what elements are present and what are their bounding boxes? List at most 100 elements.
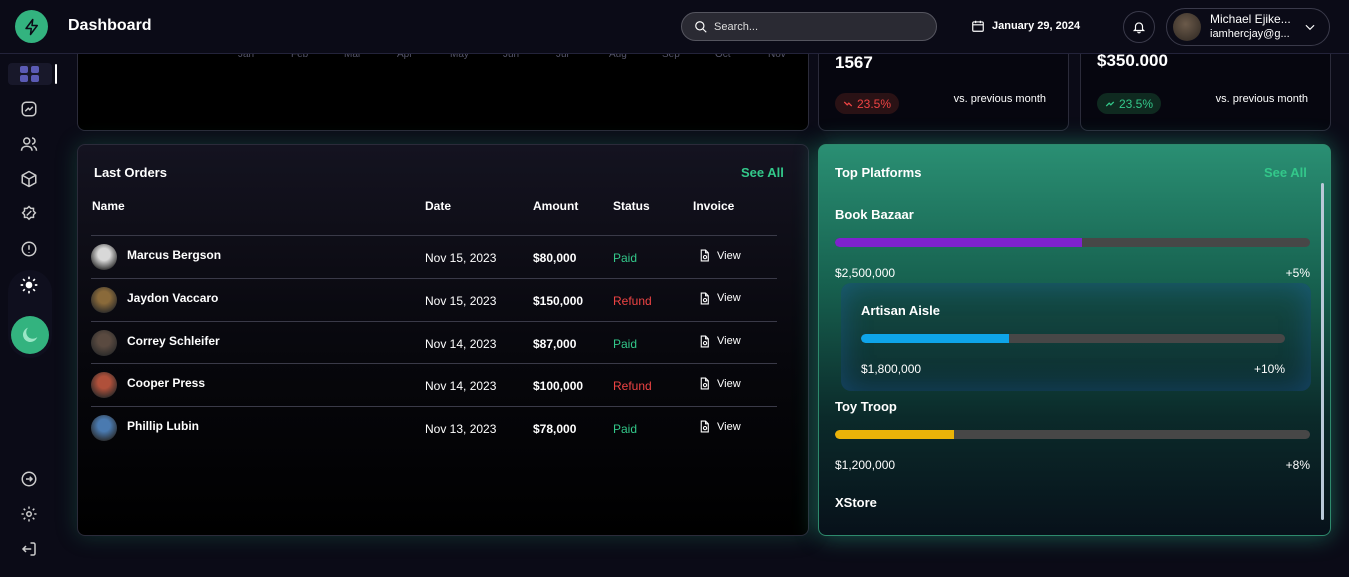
document-icon <box>700 292 709 305</box>
order-status: Paid <box>613 336 638 351</box>
order-status: Refund <box>613 293 652 308</box>
view-invoice-button[interactable]: View <box>698 292 741 305</box>
discount-icon <box>21 205 37 221</box>
avatar <box>91 329 117 356</box>
invoice-label: View <box>717 335 741 348</box>
avatar <box>91 244 117 270</box>
calendar-icon <box>972 20 984 32</box>
last-orders-card: Last Orders See All Name Date Amount Sta… <box>77 144 809 536</box>
stat-change-badge: 23.5% <box>835 93 900 114</box>
sidebar-item-dashboard[interactable] <box>8 63 52 85</box>
alert-circle-icon <box>21 241 37 257</box>
logo-bolt-icon[interactable] <box>15 10 48 43</box>
bell-icon <box>1132 22 1146 34</box>
platform-amount: $1,200,000 <box>835 458 896 472</box>
platform-change: +10% <box>1253 362 1285 376</box>
order-amount: $78,000 <box>533 422 577 437</box>
trend-icon <box>21 101 37 117</box>
document-icon <box>700 335 709 348</box>
page-title: Dashboard <box>68 17 152 34</box>
sidebar-item-info[interactable] <box>17 237 41 261</box>
table-row[interactable]: Cooper Press Nov 14, 2023 $100,000 Refund Vi… <box>91 363 777 406</box>
view-invoice-button[interactable]: View <box>698 377 741 390</box>
see-all-platforms-link[interactable]: See All <box>1264 165 1307 180</box>
order-amount: $150,000 <box>533 293 584 308</box>
table-row[interactable]: Phillip Lubin Nov 13, 2023 $78,000 Paid View <box>91 406 777 449</box>
sidebar-item-logout[interactable] <box>17 537 41 561</box>
order-amount: $80,000 <box>533 251 577 265</box>
avatar <box>1173 13 1201 41</box>
table-row[interactable]: Jaydon Vaccaro Nov 15, 2023 $150,000 Refund… <box>91 277 777 321</box>
stat-change: 23.5% <box>1119 96 1154 111</box>
card-title: Top Platforms <box>835 165 922 180</box>
order-status: Paid <box>613 422 638 437</box>
view-invoice-button[interactable]: View <box>698 249 741 262</box>
platform-name: Book Bazaar <box>835 207 914 222</box>
sun-icon <box>20 276 38 294</box>
sidebar-item-users[interactable] <box>17 132 41 156</box>
user-name: Michael Ejike... <box>1210 12 1291 26</box>
user-profile-menu[interactable]: Michael Ejike... iamhercjay@g... <box>1166 8 1330 46</box>
customer-name: Cooper Press <box>127 376 206 391</box>
avatar <box>91 415 117 442</box>
customer-name: Marcus Bergson <box>127 248 222 262</box>
stat-change: 23.5% <box>857 96 892 111</box>
stat-value: $350.000 <box>1097 51 1168 70</box>
table-row[interactable]: Marcus Bergson Nov 15, 2023 $80,000 Paid Vie… <box>91 235 777 278</box>
customer-name: Jaydon Vaccaro <box>127 290 219 305</box>
search-bar[interactable] <box>681 12 937 41</box>
document-icon <box>700 249 709 262</box>
search-input[interactable] <box>714 20 914 33</box>
see-all-orders-link[interactable]: See All <box>741 165 784 180</box>
view-invoice-button[interactable]: View <box>698 420 741 433</box>
sidebar-item-settings[interactable] <box>17 502 41 526</box>
sidebar-item-products[interactable] <box>17 167 41 191</box>
platform-progress-bar <box>835 430 1310 439</box>
order-date: Nov 14, 2023 <box>425 379 497 394</box>
order-status: Refund <box>613 379 652 394</box>
light-mode-button[interactable] <box>17 273 41 297</box>
order-amount: $100,000 <box>533 379 584 394</box>
top-bar: Dashboard January 29, 2024 Michael Ejike… <box>0 0 1349 54</box>
dark-mode-button[interactable] <box>11 316 49 354</box>
avatar <box>91 286 117 313</box>
gear-icon <box>21 506 37 522</box>
arrow-right-circle-icon <box>21 471 37 487</box>
order-amount: $87,000 <box>533 336 577 351</box>
column-header-invoice: Invoice <box>693 199 735 213</box>
moon-icon <box>22 327 38 343</box>
sidebar-item-discounts[interactable] <box>17 202 41 226</box>
invoice-label: View <box>717 377 741 390</box>
logout-icon <box>21 542 36 556</box>
trend-down-icon <box>843 100 853 107</box>
invoice-label: View <box>717 249 741 262</box>
grid-icon <box>20 66 39 82</box>
user-email: iamhercjay@g... <box>1210 28 1290 40</box>
order-status: Paid <box>613 251 638 265</box>
platform-change: +8% <box>1285 458 1310 472</box>
invoice-label: View <box>717 292 741 305</box>
stat-change-badge: 23.5% <box>1097 93 1162 114</box>
date-display: January 29, 2024 <box>971 19 1080 33</box>
card-title: Last Orders <box>94 165 167 180</box>
platform-progress-bar <box>861 334 1285 343</box>
platform-progress-fill <box>835 238 1082 247</box>
order-date: Nov 14, 2023 <box>425 336 497 351</box>
sidebar-item-forward[interactable] <box>17 467 41 491</box>
scrollbar[interactable] <box>1321 183 1324 520</box>
platform-amount: $2,500,000 <box>835 266 896 280</box>
view-invoice-button[interactable]: View <box>698 335 741 348</box>
platform-name: XStore <box>835 495 877 510</box>
chevron-down-icon[interactable] <box>1303 20 1317 34</box>
notification-button[interactable] <box>1123 11 1155 43</box>
users-icon <box>20 137 38 151</box>
customer-name: Phillip Lubin <box>127 419 199 434</box>
order-date: Nov 15, 2023 <box>425 251 497 265</box>
top-platforms-card: Top Platforms See All Book Bazaar $2,500,… <box>818 144 1331 536</box>
table-row[interactable]: Correy Schleifer Nov 14, 2023 $87,000 Paid V… <box>91 320 777 364</box>
box-icon <box>21 170 37 188</box>
invoice-label: View <box>717 420 741 433</box>
column-header-status: Status <box>613 199 650 213</box>
platform-amount: $1,800,000 <box>861 362 922 376</box>
sidebar-item-analytics[interactable] <box>17 97 41 121</box>
